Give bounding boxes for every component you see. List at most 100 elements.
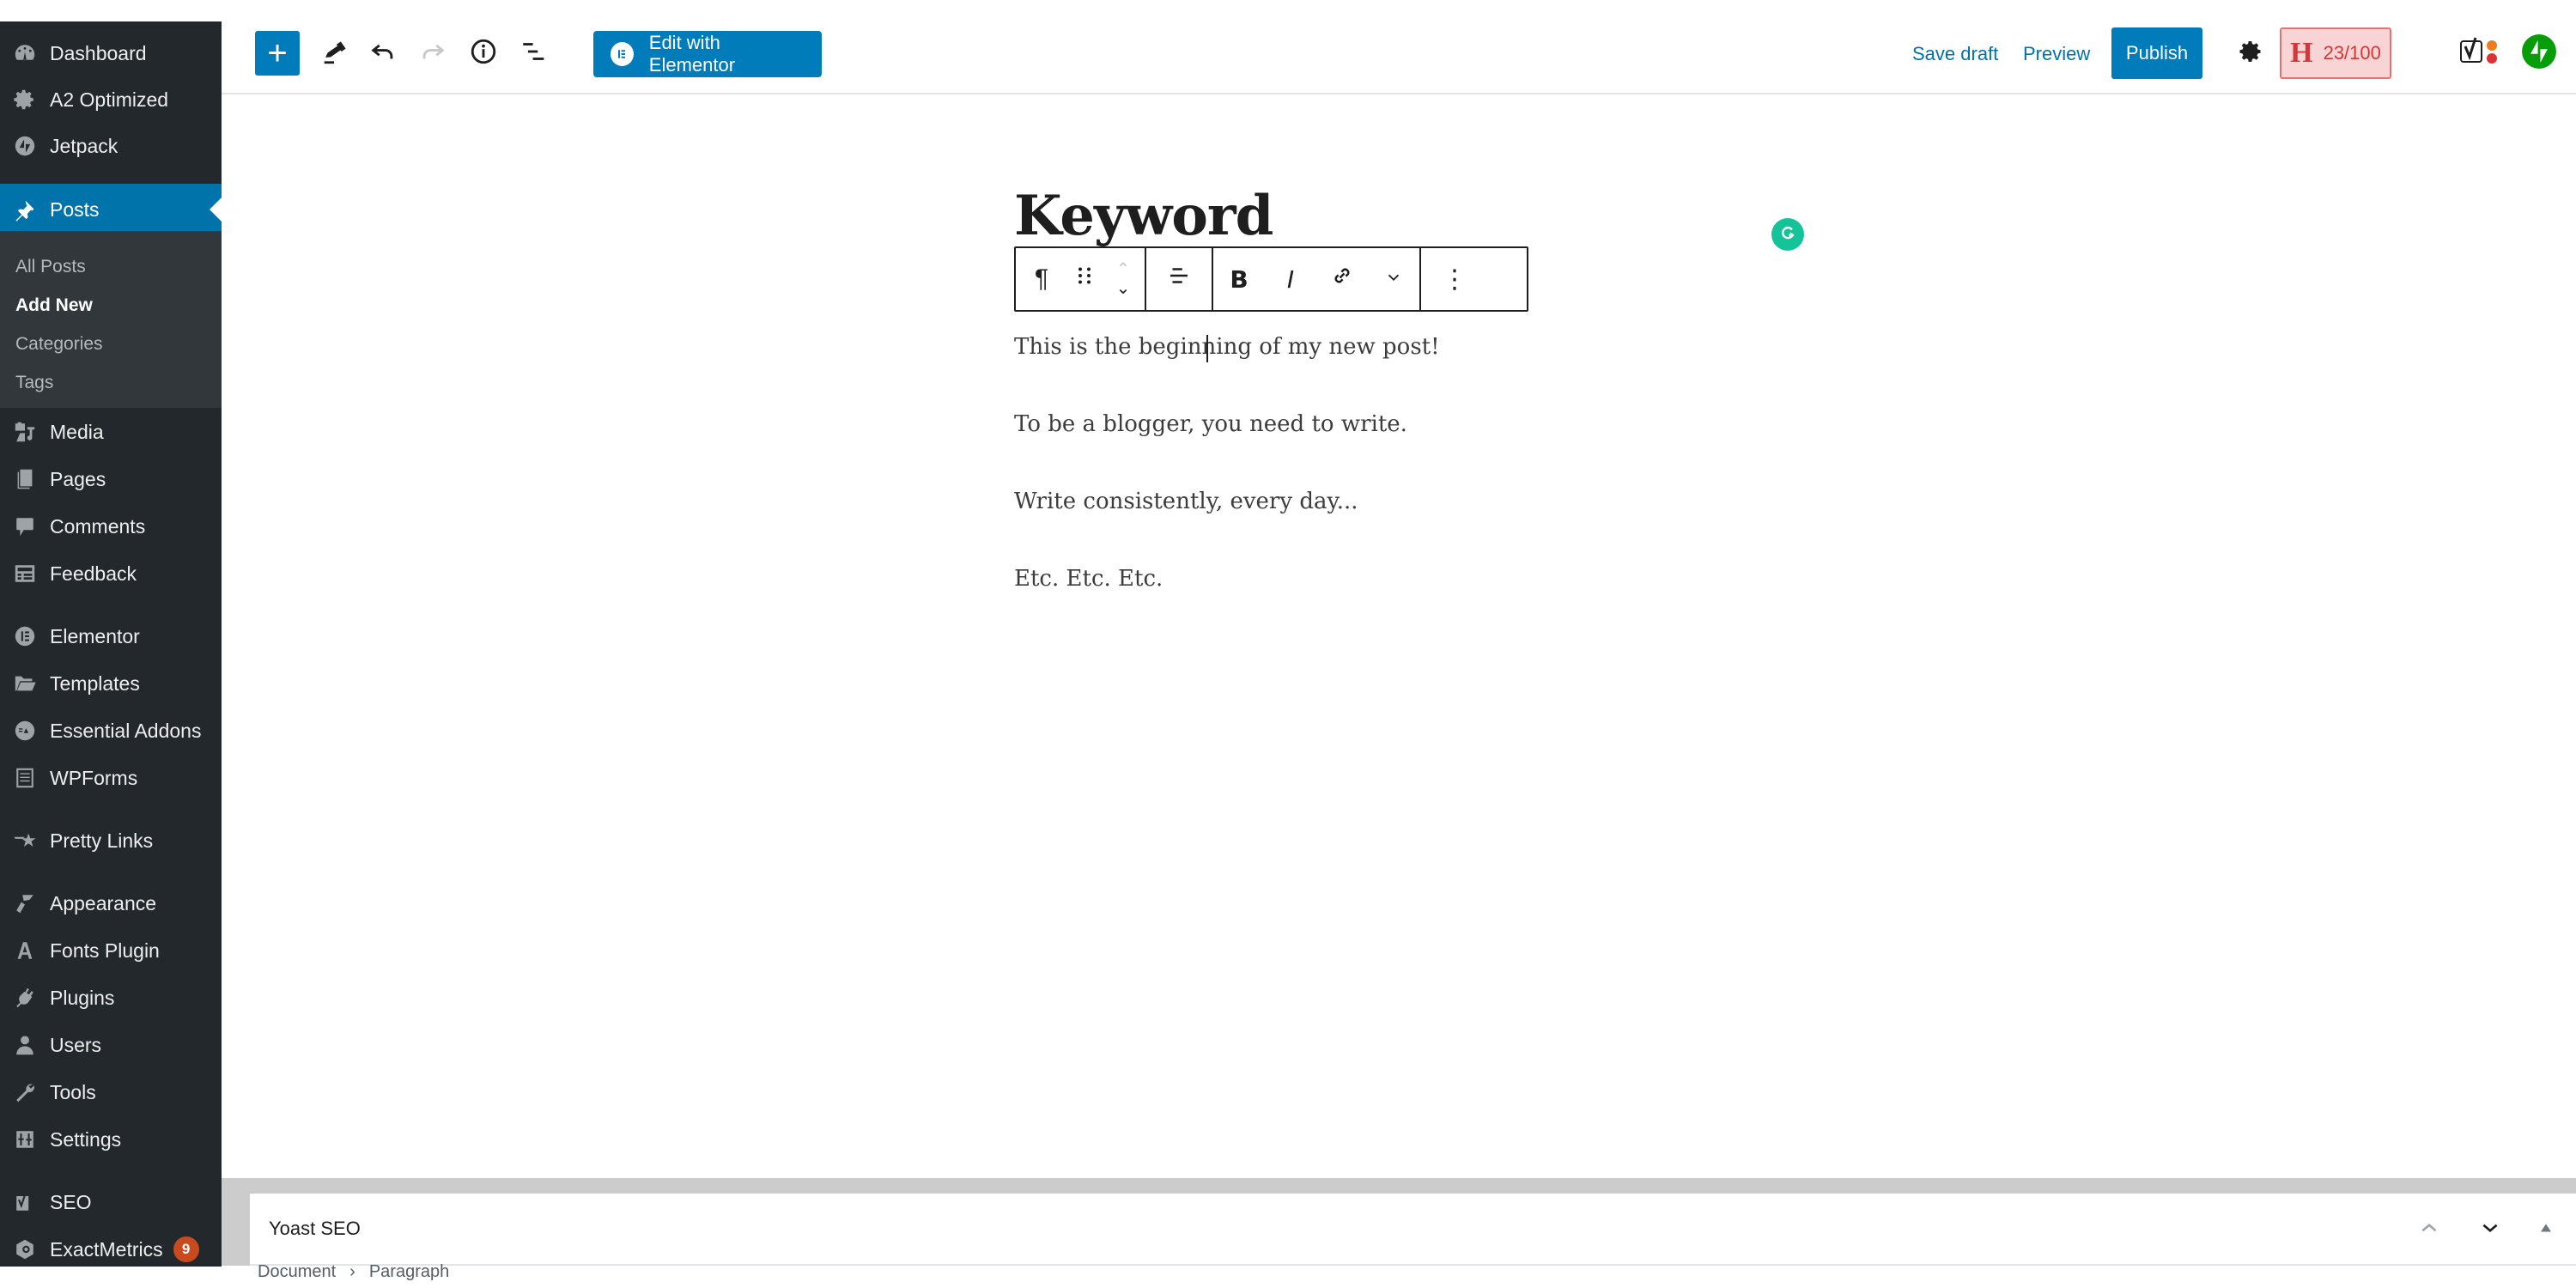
- chevron-down-icon: [2479, 1217, 2501, 1243]
- sidebar-item-pretty-links[interactable]: Pretty Links: [0, 817, 222, 864]
- folder-icon: [12, 671, 38, 696]
- elementor-icon: [611, 42, 634, 66]
- sidebar-item-fonts-plugin[interactable]: Fonts Plugin: [0, 927, 222, 974]
- toggle-metabox-button[interactable]: [2529, 1212, 2563, 1247]
- sidebar-item-label: WPForms: [50, 766, 138, 789]
- undo-icon: [368, 37, 398, 70]
- edit-with-elementor-label: Edit with Elementor: [648, 32, 736, 76]
- add-block-button[interactable]: +: [255, 31, 300, 76]
- submenu-categories[interactable]: Categories: [15, 334, 103, 355]
- sidebar-item-label: Pretty Links: [50, 829, 154, 852]
- sidebar-item-jetpack[interactable]: Jetpack: [0, 123, 222, 169]
- drag-handle[interactable]: [1067, 248, 1102, 310]
- pin-icon: [12, 197, 38, 222]
- sidebar-item-label: ExactMetrics: [50, 1237, 163, 1261]
- paragraph-block-switcher[interactable]: ¶: [1016, 248, 1067, 310]
- more-options-button[interactable]: ⋮: [1421, 248, 1488, 310]
- move-up-button[interactable]: ⌃: [1116, 260, 1131, 279]
- preview-button[interactable]: Preview: [2023, 31, 2090, 77]
- settings-button[interactable]: [2229, 31, 2274, 76]
- edit-with-elementor-button[interactable]: Edit with Elementor: [593, 31, 822, 77]
- exactmetrics-icon: [12, 1236, 38, 1262]
- submenu-all-posts[interactable]: All Posts: [15, 257, 86, 277]
- jetpack-icon: [12, 133, 38, 159]
- editor-header: + Edit with Elementor Save draft Preview…: [222, 0, 2576, 94]
- sidebar-item-settings[interactable]: Settings: [0, 1116, 222, 1163]
- sidebar-item-templates[interactable]: Templates: [0, 660, 222, 707]
- paragraph-block[interactable]: This is the beginning of my new post!: [1014, 334, 1440, 360]
- sidebar-item-dashboard[interactable]: Dashboard: [0, 30, 222, 76]
- yoast-icon: [2458, 34, 2502, 73]
- move-metabox-up-button[interactable]: [2412, 1212, 2446, 1247]
- yoast-sidebar-button[interactable]: [2454, 31, 2506, 76]
- text-cursor: [1206, 335, 1208, 362]
- grammarly-button[interactable]: [1771, 218, 1804, 251]
- paragraph-block[interactable]: To be a blogger, you need to write.: [1014, 411, 1407, 437]
- headline-analyzer-icon: H: [2290, 37, 2313, 69]
- headline-score: 23/100: [2323, 42, 2381, 64]
- more-formatting-button[interactable]: [1368, 248, 1419, 310]
- headline-score-button[interactable]: H 23/100: [2280, 27, 2391, 79]
- link-button[interactable]: [1316, 248, 1368, 310]
- gear-icon: [12, 87, 38, 112]
- sidebar-item-appearance[interactable]: Appearance: [0, 880, 222, 927]
- chevron-down-icon: [1384, 264, 1403, 294]
- star-icon: [12, 828, 38, 854]
- sidebar-item-exactmetrics[interactable]: ExactMetrics 9: [0, 1226, 222, 1267]
- sidebar-item-wpforms[interactable]: WPForms: [0, 755, 222, 801]
- sidebar-item-elementor[interactable]: Elementor: [0, 613, 222, 659]
- sidebar-item-posts[interactable]: Posts: [0, 184, 222, 235]
- sidebar-item-plugins[interactable]: Plugins: [0, 975, 222, 1021]
- breadcrumb-document[interactable]: Document: [258, 1262, 336, 1281]
- sidebar-item-essential-addons[interactable]: Essential Addons: [0, 708, 222, 754]
- paragraph-block[interactable]: Write consistently, every day...: [1014, 489, 1358, 514]
- redo-button[interactable]: [410, 31, 455, 76]
- save-draft-button[interactable]: Save draft: [1912, 31, 1998, 77]
- post-title[interactable]: Keyword: [1014, 184, 1273, 248]
- sidebar-item-pages[interactable]: Pages: [0, 456, 222, 502]
- list-outline-icon: [519, 37, 549, 70]
- sidebar-item-label: Pages: [50, 467, 106, 490]
- content-info-button[interactable]: [461, 31, 506, 76]
- block-toolbar-group-format: B I: [1213, 248, 1421, 310]
- sidebar-item-media[interactable]: Media: [0, 409, 222, 455]
- comment-icon: [12, 513, 38, 539]
- brush-icon: [12, 890, 38, 916]
- submenu-tags[interactable]: Tags: [15, 373, 53, 393]
- sidebar-item-label: Comments: [50, 514, 146, 538]
- triangle-up-icon: [2538, 1220, 2554, 1240]
- undo-button[interactable]: [361, 31, 405, 76]
- sidebar-item-label: Templates: [50, 671, 140, 695]
- move-metabox-down-button[interactable]: [2473, 1212, 2507, 1247]
- sidebar-item-users[interactable]: Users: [0, 1022, 222, 1068]
- sidebar-item-label: Posts: [50, 197, 100, 221]
- sidebar-item-a2-optimized[interactable]: A2 Optimized: [0, 76, 222, 123]
- block-mover: ⌃ ⌄: [1102, 248, 1145, 310]
- sidebar-item-label: Users: [50, 1033, 102, 1056]
- update-count-badge: 9: [173, 1236, 199, 1262]
- metabox-title[interactable]: Yoast SEO: [269, 1218, 361, 1240]
- sidebar-item-tools[interactable]: Tools: [0, 1069, 222, 1115]
- sidebar-item-label: Media: [50, 420, 104, 443]
- submenu-add-new[interactable]: Add New: [15, 295, 93, 316]
- link-icon: [1329, 263, 1355, 295]
- breadcrumb-paragraph[interactable]: Paragraph: [369, 1262, 449, 1281]
- italic-button[interactable]: I: [1265, 248, 1316, 310]
- tools-button[interactable]: [312, 31, 356, 76]
- paragraph-block[interactable]: Etc. Etc. Etc.: [1014, 566, 1163, 592]
- sidebar-item-comments[interactable]: Comments: [0, 503, 222, 550]
- bold-button[interactable]: B: [1213, 248, 1265, 310]
- align-button[interactable]: [1146, 248, 1212, 310]
- block-toolbar-group-more: ⋮: [1421, 248, 1488, 310]
- info-icon: [469, 37, 498, 70]
- move-down-button[interactable]: ⌄: [1116, 279, 1131, 298]
- block-navigation-button[interactable]: [512, 31, 556, 76]
- sidebar-item-label: Essential Addons: [50, 719, 202, 742]
- sidebar-item-seo[interactable]: SEO: [0, 1179, 222, 1225]
- jetpack-button[interactable]: [2517, 31, 2561, 76]
- yoast-icon: [12, 1189, 38, 1215]
- sidebar-item-feedback[interactable]: Feedback: [0, 550, 222, 597]
- pages-icon: [12, 466, 38, 492]
- pencil-icon: [319, 37, 349, 70]
- publish-button[interactable]: Publish: [2111, 27, 2202, 79]
